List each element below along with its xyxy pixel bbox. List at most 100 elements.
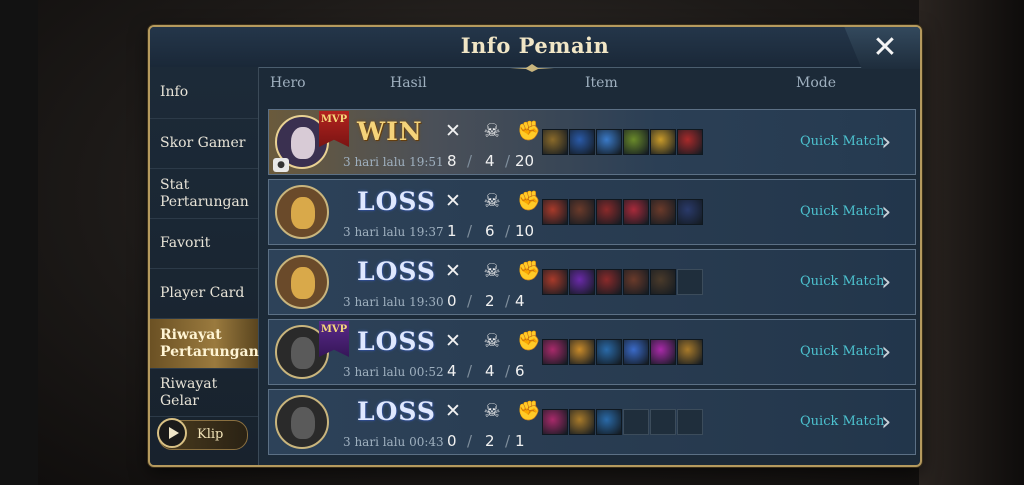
item-icon — [542, 269, 568, 295]
death-skull-icon: ☠ — [483, 330, 501, 352]
item-icon — [542, 199, 568, 225]
match-result: LOSS — [357, 397, 436, 426]
mvp-badge: MVP — [319, 111, 349, 147]
assist-fist-icon: ✊ — [517, 400, 541, 422]
chevron-right-icon[interactable]: › — [881, 198, 891, 226]
kills-value: 0 — [447, 432, 457, 450]
kill-icon: ✕ — [445, 190, 461, 212]
match-row[interactable]: MVP ● WIN 3 hari lalu 19:51 ✕ ☠ ✊ 8 / 4 … — [268, 109, 916, 175]
hero-avatar — [275, 255, 329, 309]
empty-item-slot — [677, 409, 703, 435]
sidebar-item-player-card[interactable]: Player Card — [150, 269, 258, 319]
kills-value: 4 — [447, 362, 457, 380]
sidebar-item-label: Riwayat Gelar — [160, 375, 218, 409]
close-icon[interactable]: ✕ — [868, 31, 902, 65]
kills-value: 0 — [447, 292, 457, 310]
death-skull-icon: ☠ — [483, 190, 501, 212]
sidebar-item-label: Player Card — [160, 285, 245, 301]
chevron-right-icon[interactable]: › — [881, 408, 891, 436]
deaths-value: 2 — [485, 292, 495, 310]
chevron-right-icon[interactable]: › — [881, 338, 891, 366]
item-icon — [596, 129, 622, 155]
sidebar-item-label: Stat Pertarungan — [160, 176, 249, 210]
assist-fist-icon: ✊ — [517, 260, 541, 282]
kda-separator: / — [467, 152, 473, 170]
sidebar-item-skor-gamer[interactable]: Skor Gamer — [150, 119, 258, 169]
item-icon — [569, 129, 595, 155]
kills-value: 8 — [447, 152, 457, 170]
item-icon — [677, 339, 703, 365]
item-build — [542, 339, 703, 366]
empty-item-slot — [623, 409, 649, 435]
match-mode: Quick Match — [800, 274, 885, 289]
match-result: LOSS — [357, 187, 436, 216]
hero-avatar — [275, 395, 329, 449]
panel-header: Info Pemain ✕ — [150, 27, 920, 72]
assists-value: 6 — [515, 362, 525, 380]
match-time: 3 hari lalu 00:43 — [343, 435, 444, 449]
panel-title: Info Pemain — [460, 33, 610, 58]
item-icon — [569, 269, 595, 295]
item-icon — [542, 339, 568, 365]
match-result: LOSS — [357, 327, 436, 356]
party-icon: ● — [273, 158, 289, 172]
item-icon — [596, 339, 622, 365]
hero-portrait — [291, 267, 315, 299]
column-header-result: Hasil — [390, 75, 427, 91]
hero-portrait — [291, 407, 315, 439]
kda-separator: / — [505, 292, 511, 310]
item-icon — [623, 269, 649, 295]
deaths-value: 4 — [485, 362, 495, 380]
assists-value: 4 — [515, 292, 525, 310]
item-icon — [569, 339, 595, 365]
match-mode: Quick Match — [800, 204, 885, 219]
empty-item-slot — [677, 269, 703, 295]
death-skull-icon: ☠ — [483, 260, 501, 282]
item-icon — [623, 339, 649, 365]
hero-portrait — [291, 337, 315, 369]
sidebar-item-favorit[interactable]: Favorit — [150, 219, 258, 269]
chevron-right-icon[interactable]: › — [881, 268, 891, 296]
sidebar-item-label: Riwayat Pertarungan — [160, 326, 259, 360]
sidebar: Info Skor Gamer Stat Pertarungan Favorit… — [150, 67, 259, 465]
item-icon — [542, 409, 568, 435]
sidebar-item-riwayat-pertarungan[interactable]: Riwayat Pertarungan — [150, 319, 259, 369]
hero-avatar — [275, 185, 329, 239]
item-icon — [569, 409, 595, 435]
play-icon — [157, 418, 187, 448]
match-row[interactable]: LOSS 3 hari lalu 00:43 ✕ ☠ ✊ 0 / 2 / 1 Q… — [268, 389, 916, 455]
sidebar-item-stat-pertarungan[interactable]: Stat Pertarungan — [150, 169, 258, 219]
deaths-value: 4 — [485, 152, 495, 170]
column-header-item: Item — [585, 75, 618, 91]
kda-separator: / — [467, 432, 473, 450]
match-mode: Quick Match — [800, 414, 885, 429]
match-row[interactable]: LOSS 3 hari lalu 19:30 ✕ ☠ ✊ 0 / 2 / 4 Q… — [268, 249, 916, 315]
mvp-badge: MVP — [319, 321, 349, 357]
sidebar-item-info[interactable]: Info — [150, 67, 258, 119]
assists-value: 10 — [515, 222, 535, 240]
match-row[interactable]: LOSS 3 hari lalu 19:37 ✕ ☠ ✊ 1 / 6 / 10 … — [268, 179, 916, 245]
kda-separator: / — [467, 222, 473, 240]
sidebar-item-label: Info — [160, 84, 189, 100]
death-skull-icon: ☠ — [483, 120, 501, 142]
background-left — [0, 0, 38, 485]
deaths-value: 2 — [485, 432, 495, 450]
match-row[interactable]: MVP LOSS 3 hari lalu 00:52 ✕ ☠ ✊ 4 / 4 /… — [268, 319, 916, 385]
hero-portrait — [291, 197, 315, 229]
clip-label: Klip — [197, 427, 224, 442]
column-header-mode: Mode — [796, 75, 837, 91]
item-icon — [596, 269, 622, 295]
item-icon — [650, 199, 676, 225]
kda-separator: / — [505, 432, 511, 450]
assist-fist-icon: ✊ — [517, 190, 541, 212]
item-icon — [623, 129, 649, 155]
clip-button[interactable]: Klip — [157, 418, 248, 450]
match-mode: Quick Match — [800, 344, 885, 359]
item-icon — [650, 339, 676, 365]
item-build — [542, 409, 703, 436]
kill-icon: ✕ — [445, 330, 461, 352]
kda-separator: / — [505, 152, 511, 170]
chevron-right-icon[interactable]: › — [881, 128, 891, 156]
sidebar-item-riwayat-gelar[interactable]: Riwayat Gelar — [150, 369, 258, 417]
item-icon — [677, 199, 703, 225]
